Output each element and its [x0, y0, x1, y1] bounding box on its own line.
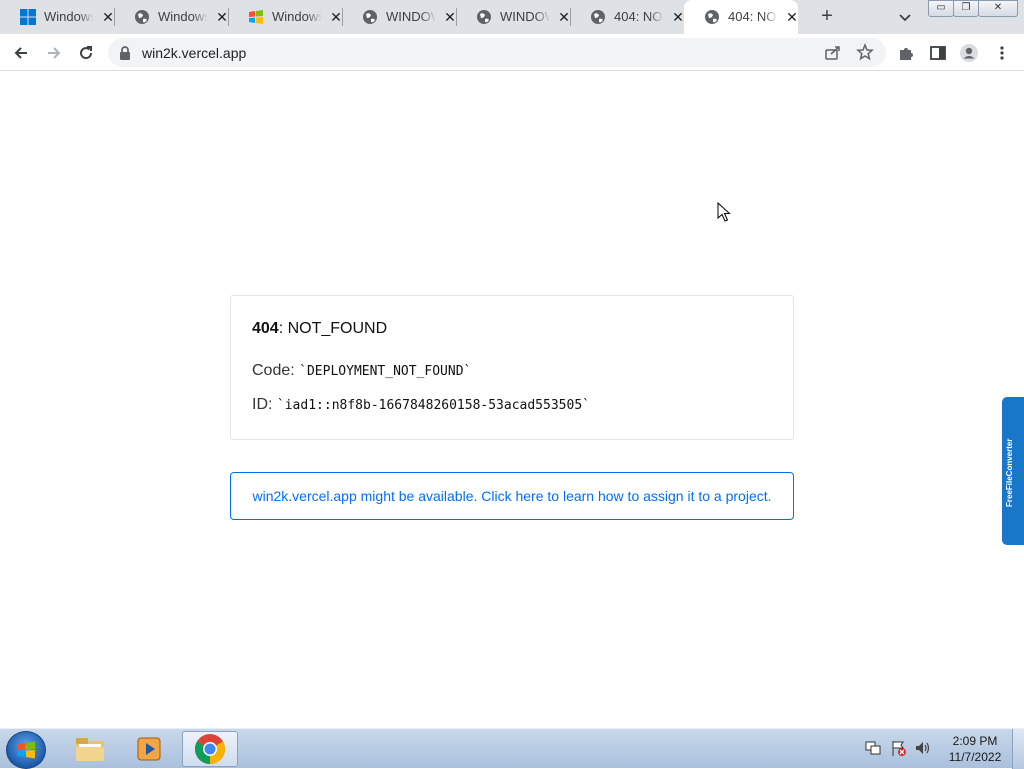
taskbar-chrome[interactable] — [182, 731, 238, 767]
forward-button[interactable] — [43, 42, 65, 64]
bookmark-star-icon[interactable] — [856, 42, 874, 66]
show-desktop-button[interactable] — [1012, 729, 1024, 769]
new-tab-button[interactable]: + — [816, 6, 838, 28]
browser-toolbar: win2k.vercel.app — [0, 34, 1024, 71]
tab-title: WINDOWS — [386, 10, 436, 24]
globe-icon — [362, 9, 378, 25]
more-vert-icon — [1000, 46, 1004, 60]
code-label: Code: — [252, 362, 295, 379]
assign-project-link[interactable]: win2k.vercel.app might be available. Cli… — [252, 488, 771, 504]
error-code-text: : NOT_FOUND — [278, 320, 388, 337]
error-card: 404: NOT_FOUND Code: `DEPLOYMENT_NOT_FOU… — [230, 295, 794, 440]
id-label: ID: — [252, 396, 273, 413]
side-widget-label: FreeFileConverter — [1005, 438, 1014, 507]
tab-windows-4[interactable]: WINDOWS ✕ — [342, 0, 457, 34]
reload-button[interactable] — [75, 42, 97, 64]
assign-project-link-box[interactable]: win2k.vercel.app might be available. Cli… — [230, 472, 794, 520]
tab-windows-2[interactable]: Windows ✕ — [114, 0, 229, 34]
globe-icon — [476, 9, 492, 25]
arrow-left-icon — [14, 47, 27, 59]
arrow-right-icon — [48, 47, 61, 59]
windows-flag-icon — [248, 9, 264, 25]
media-player-icon — [137, 737, 161, 761]
error-heading: 404: NOT_FOUND — [252, 320, 387, 338]
tab-404-active[interactable]: 404: NOT_FOUND ✕ — [684, 0, 798, 34]
chrome-icon — [194, 734, 226, 764]
mouse-cursor-icon — [717, 202, 731, 222]
page-content: 404: NOT_FOUND Code: `DEPLOYMENT_NOT_FOU… — [0, 71, 1024, 728]
taskbar-clock[interactable]: 2:09 PM 11/7/2022 — [940, 733, 1010, 765]
network-icon[interactable] — [864, 739, 882, 757]
url-text[interactable]: win2k.vercel.app — [142, 45, 246, 61]
windows-taskbar: 2:09 PM 11/7/2022 — [0, 728, 1024, 769]
tab-title: Windows — [44, 10, 94, 24]
globe-icon — [134, 9, 150, 25]
share-icon[interactable] — [824, 44, 842, 67]
restore-button[interactable]: ❐ — [953, 0, 979, 17]
globe-icon — [704, 9, 720, 25]
error-id-line: ID: `iad1::n8f8b-1667848260158-53acad553… — [252, 396, 590, 415]
windows-start-icon — [17, 741, 35, 759]
puzzle-icon — [900, 48, 913, 60]
tab-title: Windows — [272, 10, 322, 24]
address-bar[interactable]: win2k.vercel.app — [108, 38, 886, 67]
tab-404-1[interactable]: 404: NOT_FOUND ✕ — [570, 0, 684, 34]
tab-title: Windows — [158, 10, 208, 24]
minimize-button[interactable]: ▭ — [928, 0, 954, 17]
tab-strip: Windows ✕ Windows ✕ Windows ✕ WINDOWS ✕ … — [0, 0, 1024, 34]
tab-windows-3[interactable]: Windows ✕ — [228, 0, 343, 34]
id-value: `iad1::n8f8b-1667848260158-53acad553505` — [276, 398, 590, 413]
clock-time: 2:09 PM — [952, 734, 998, 748]
extensions-button[interactable] — [895, 42, 917, 64]
chevron-down-icon — [899, 14, 911, 22]
tab-search-button[interactable] — [896, 8, 914, 26]
chrome-menu-button[interactable] — [991, 42, 1013, 64]
tab-title: 404: NOT_FOUND — [728, 10, 778, 24]
tab-title: WINDOWS — [500, 10, 550, 24]
error-code-line: Code: `DEPLOYMENT_NOT_FOUND` — [252, 362, 471, 381]
profile-button[interactable] — [958, 42, 980, 64]
back-button[interactable] — [10, 42, 32, 64]
start-button[interactable] — [6, 731, 46, 769]
globe-icon — [590, 9, 606, 25]
taskbar-explorer[interactable] — [62, 731, 118, 767]
windows-logo-icon — [20, 9, 36, 25]
freefileconverter-side-widget[interactable]: FreeFileConverter — [1002, 397, 1024, 545]
error-code-number: 404 — [252, 320, 279, 337]
clock-date: 11/7/2022 — [948, 750, 1002, 764]
profile-avatar-icon — [960, 44, 978, 62]
volume-icon[interactable] — [914, 739, 932, 757]
tab-windows-5[interactable]: WINDOWS ✕ — [456, 0, 571, 34]
tab-windows-1[interactable]: Windows ✕ — [0, 0, 115, 34]
lock-icon[interactable] — [118, 45, 132, 61]
taskbar-media-player[interactable] — [122, 731, 178, 767]
folder-icon — [76, 738, 104, 761]
reload-icon — [80, 46, 93, 60]
code-value: `DEPLOYMENT_NOT_FOUND` — [299, 364, 472, 379]
action-center-flag-icon[interactable] — [890, 739, 908, 757]
side-panel-icon — [930, 46, 946, 60]
side-panel-button[interactable] — [927, 42, 949, 64]
close-icon[interactable]: ✕ — [784, 9, 800, 25]
close-window-button[interactable]: ✕ — [978, 0, 1018, 17]
tab-title: 404: NOT_FOUND — [614, 10, 664, 24]
